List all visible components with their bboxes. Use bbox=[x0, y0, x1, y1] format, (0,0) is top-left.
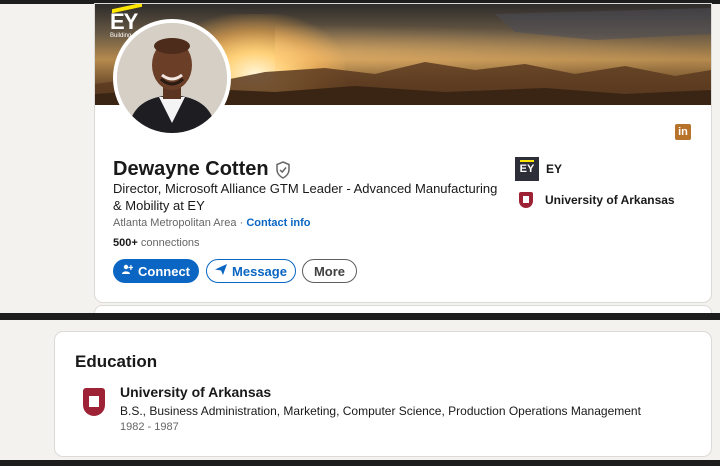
message-button[interactable]: Message bbox=[206, 259, 296, 283]
more-button[interactable]: More bbox=[302, 259, 357, 283]
profile-name: Dewayne Cotten bbox=[113, 158, 269, 180]
banner-logo-text: EY bbox=[110, 9, 138, 34]
send-icon bbox=[215, 264, 228, 278]
connections-count[interactable]: 500+ connections bbox=[113, 237, 200, 249]
current-company-link[interactable]: EY EY bbox=[515, 157, 562, 181]
university-crest-logo bbox=[519, 192, 533, 208]
education-summary-link[interactable]: University of Arkansas bbox=[519, 192, 675, 208]
connect-label: Connect bbox=[138, 263, 190, 279]
education-section-title: Education bbox=[75, 352, 158, 371]
education-years: 1982 - 1987 bbox=[120, 421, 179, 433]
current-company-name: EY bbox=[546, 162, 563, 176]
profile-location: Atlanta Metropolitan Area bbox=[113, 217, 237, 229]
profile-avatar[interactable] bbox=[113, 19, 231, 137]
add-person-icon bbox=[122, 264, 134, 278]
education-summary-name: University of Arkansas bbox=[545, 193, 675, 207]
connections-number: 500+ bbox=[113, 237, 138, 249]
avatar-photo bbox=[117, 23, 227, 133]
education-card: Education University of Arkansas B.S., B… bbox=[55, 332, 711, 456]
more-label: More bbox=[313, 263, 346, 279]
message-label: Message bbox=[232, 263, 287, 279]
linkedin-icon[interactable]: in bbox=[675, 124, 691, 140]
education-degree: B.S., Business Administration, Marketing… bbox=[120, 404, 641, 418]
next-card-edge bbox=[95, 306, 711, 313]
location-separator: · bbox=[236, 217, 247, 229]
bottom-bar bbox=[0, 460, 720, 466]
ey-logo-text: EY bbox=[519, 163, 535, 175]
profile-headline: Director, Microsoft Alliance GTM Leader … bbox=[113, 181, 498, 213]
contact-info-link[interactable]: Contact info bbox=[246, 217, 310, 229]
profile-location-row: Atlanta Metropolitan Area · Contact info bbox=[113, 217, 310, 229]
profile-name-row: Dewayne Cotten bbox=[113, 158, 291, 181]
ey-logo: EY bbox=[515, 157, 539, 181]
ey-logo-bar bbox=[520, 160, 534, 162]
verified-shield-icon[interactable] bbox=[275, 160, 291, 179]
university-crest-logo[interactable] bbox=[83, 388, 105, 416]
connections-label: connections bbox=[140, 237, 200, 249]
screenshot-divider bbox=[0, 313, 720, 320]
profile-card: EY Building a better working world in De… bbox=[95, 4, 711, 302]
connect-button[interactable]: Connect bbox=[113, 259, 199, 283]
education-school-name[interactable]: University of Arkansas bbox=[120, 384, 271, 400]
